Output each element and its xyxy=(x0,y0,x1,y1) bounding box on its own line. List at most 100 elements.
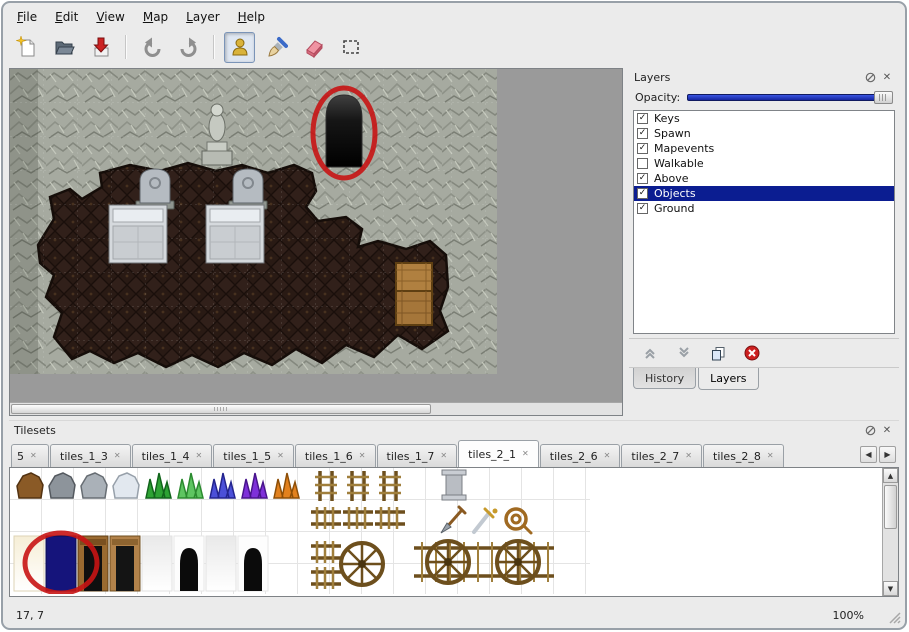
close-tab-icon[interactable]: ✕ xyxy=(685,452,692,460)
float-pane-icon[interactable] xyxy=(863,424,877,438)
tab-label: tiles_2_1 xyxy=(468,448,516,461)
brush-tool-button[interactable] xyxy=(261,32,292,63)
close-tab-icon[interactable]: ✕ xyxy=(767,452,774,460)
tab-scroll-right-icon[interactable]: ▶ xyxy=(879,446,896,463)
tile-column[interactable] xyxy=(442,470,466,500)
layers-panel: Layers ✕ Opacity: ✓ Keys ✓ Spawn ✓ xyxy=(629,68,899,416)
layer-checkbox[interactable]: ✓ xyxy=(637,143,648,154)
tile-dark-arch[interactable] xyxy=(238,536,268,591)
save-button[interactable] xyxy=(85,32,116,63)
map-viewport[interactable] xyxy=(9,68,623,416)
opacity-slider[interactable] xyxy=(687,90,893,105)
layer-row-above[interactable]: ✓ Above xyxy=(634,171,894,186)
tile-white[interactable] xyxy=(206,536,236,591)
tileset-tab[interactable]: tiles_1_7 ✕ xyxy=(377,444,458,467)
duplicate-layer-button[interactable] xyxy=(707,343,729,363)
tileset-tab[interactable]: tiles_1_3 ✕ xyxy=(50,444,131,467)
tileset-tab[interactable]: 5 ✕ xyxy=(11,444,49,467)
tileset-tab[interactable]: tiles_2_6 ✕ xyxy=(540,444,621,467)
tileset-tab[interactable]: tiles_1_5 ✕ xyxy=(213,444,294,467)
layer-row-keys[interactable]: ✓ Keys xyxy=(634,111,894,126)
close-tab-icon[interactable]: ✕ xyxy=(30,452,37,460)
tileset-tab[interactable]: tiles_1_6 ✕ xyxy=(295,444,376,467)
map-canvas[interactable] xyxy=(10,69,497,374)
close-tab-icon[interactable]: ✕ xyxy=(359,452,366,460)
scrollbar-thumb[interactable] xyxy=(11,404,431,414)
tile-doorframe[interactable] xyxy=(78,536,108,591)
tilesets-panel-titlebar: Tilesets ✕ xyxy=(9,421,899,440)
toolbar-separator xyxy=(125,35,127,59)
tile-navy-selected[interactable] xyxy=(46,536,76,591)
opacity-slider-handle[interactable] xyxy=(874,91,893,104)
open-button[interactable] xyxy=(48,32,79,63)
scrollbar-thumb[interactable] xyxy=(884,485,897,529)
layers-panel-titlebar: Layers ✕ xyxy=(629,68,899,87)
raise-layer-button[interactable] xyxy=(639,343,661,363)
close-pane-icon[interactable]: ✕ xyxy=(880,424,894,438)
tileset-v-scrollbar[interactable]: ▲ ▼ xyxy=(882,468,898,596)
layer-row-spawn[interactable]: ✓ Spawn xyxy=(634,126,894,141)
delete-layer-button[interactable] xyxy=(741,343,763,363)
layer-checkbox[interactable]: ✓ xyxy=(637,128,648,139)
close-tab-icon[interactable]: ✕ xyxy=(277,452,284,460)
layer-checkbox[interactable]: ✓ xyxy=(637,188,648,199)
layer-checkbox[interactable] xyxy=(637,158,648,169)
menu-map[interactable]: Map xyxy=(135,8,176,26)
layer-row-mapevents[interactable]: ✓ Mapevents xyxy=(634,141,894,156)
scroll-up-icon[interactable]: ▲ xyxy=(883,468,898,483)
resize-grip-icon xyxy=(888,611,901,624)
close-tab-icon[interactable]: ✕ xyxy=(440,452,447,460)
undo-icon xyxy=(141,36,163,58)
tileset-tab[interactable]: tiles_2_8 ✕ xyxy=(703,444,784,467)
close-tab-icon[interactable]: ✕ xyxy=(196,452,203,460)
tile-wheel[interactable] xyxy=(497,541,539,583)
tile-wheel[interactable] xyxy=(427,541,469,583)
resize-grip[interactable] xyxy=(888,611,901,624)
menu-edit[interactable]: Edit xyxy=(47,8,86,26)
tileset-tab[interactable]: tiles_1_4 ✕ xyxy=(132,444,213,467)
layer-checkbox[interactable]: ✓ xyxy=(637,203,648,214)
tileset-canvas[interactable] xyxy=(10,468,882,594)
new-button[interactable] xyxy=(11,32,42,63)
tab-scroll-left-icon[interactable]: ◀ xyxy=(860,446,877,463)
layer-row-walkable[interactable]: Walkable xyxy=(634,156,894,171)
tileset-tab[interactable]: tiles_2_7 ✕ xyxy=(621,444,702,467)
tile-wheel[interactable] xyxy=(341,543,383,585)
tab-label: tiles_1_3 xyxy=(60,450,108,463)
layers-panel-title: Layers xyxy=(634,71,860,84)
undo-button[interactable] xyxy=(136,32,167,63)
layer-row-objects[interactable]: ✓ Objects xyxy=(634,186,894,201)
lower-layer-button[interactable] xyxy=(673,343,695,363)
tile-white[interactable] xyxy=(142,536,172,591)
tab-history[interactable]: History xyxy=(633,368,696,389)
close-tab-icon[interactable]: ✕ xyxy=(114,452,121,460)
tileset-tab-active[interactable]: tiles_2_1 ✕ xyxy=(458,440,539,467)
tileset-view[interactable]: ▲ ▼ xyxy=(9,467,899,597)
tile-dark-arch[interactable] xyxy=(174,536,204,591)
tilesets-panel-title: Tilesets xyxy=(14,424,860,437)
eraser-tool-button[interactable] xyxy=(298,32,329,63)
close-tab-icon[interactable]: ✕ xyxy=(522,450,529,458)
redo-button[interactable] xyxy=(173,32,204,63)
menu-file[interactable]: File xyxy=(9,8,45,26)
map-h-scrollbar[interactable] xyxy=(10,402,622,415)
opacity-slider-track[interactable] xyxy=(687,94,891,101)
scroll-down-icon[interactable]: ▼ xyxy=(883,581,898,596)
layer-checkbox[interactable]: ✓ xyxy=(637,173,648,184)
layer-row-ground[interactable]: ✓ Ground xyxy=(634,201,894,216)
opacity-row: Opacity: xyxy=(629,87,899,108)
menu-help[interactable]: Help xyxy=(230,8,273,26)
altar-block xyxy=(109,205,167,263)
tile-doorframe[interactable] xyxy=(110,536,140,591)
tab-layers[interactable]: Layers xyxy=(698,368,758,390)
select-tool-button[interactable] xyxy=(335,32,366,63)
float-pane-icon[interactable] xyxy=(863,71,877,85)
layer-checkbox[interactable]: ✓ xyxy=(637,113,648,124)
tombstone xyxy=(229,169,267,209)
tile-light[interactable] xyxy=(14,536,44,591)
menu-layer[interactable]: Layer xyxy=(178,8,227,26)
close-pane-icon[interactable]: ✕ xyxy=(880,71,894,85)
close-tab-icon[interactable]: ✕ xyxy=(604,452,611,460)
stamp-tool-button[interactable] xyxy=(224,32,255,63)
menu-view[interactable]: View xyxy=(88,8,132,26)
